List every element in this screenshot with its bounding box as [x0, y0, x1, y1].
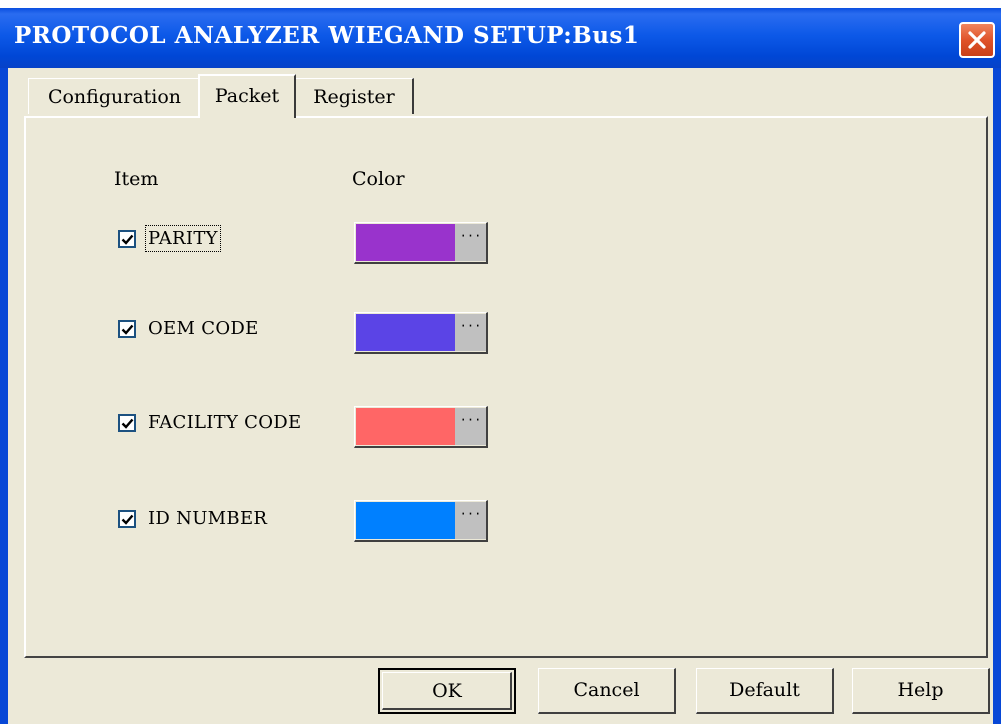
checkmark-icon — [121, 514, 134, 525]
window-title: PROTOCOL ANALYZER WIEGAND SETUP:Bus1 — [14, 22, 640, 49]
item-column-header: Item — [114, 168, 159, 190]
oem-code-color-swatch[interactable] — [356, 314, 455, 351]
tab-register[interactable]: Register — [296, 78, 414, 114]
facility-code-checkbox[interactable] — [118, 414, 136, 432]
oem-code-checkbox[interactable] — [118, 320, 136, 338]
default-button[interactable]: Default — [696, 668, 834, 714]
checkmark-icon — [121, 418, 134, 429]
facility-code-label[interactable]: FACILITY CODE — [148, 412, 301, 433]
tab-configuration[interactable]: Configuration — [28, 78, 200, 114]
close-icon — [968, 31, 986, 49]
oem-code-label[interactable]: OEM CODE — [148, 318, 259, 339]
id-number-label[interactable]: ID NUMBER — [148, 508, 267, 529]
checkmark-icon — [121, 234, 134, 245]
facility-code-color-swatch[interactable] — [356, 408, 455, 445]
parity-color-swatch[interactable] — [356, 224, 455, 261]
close-button[interactable] — [959, 22, 995, 58]
oem-code-color-more-button[interactable]: ··· — [455, 314, 486, 351]
title-top-strip — [0, 0, 1001, 8]
id-number-color-swatch[interactable] — [356, 502, 455, 539]
facility-code-color-picker[interactable]: ··· — [354, 406, 488, 448]
facility-code-color-more-button[interactable]: ··· — [455, 408, 486, 445]
window-frame-left — [0, 68, 8, 724]
id-number-color-more-button[interactable]: ··· — [455, 502, 486, 539]
window-frame-right — [993, 68, 1001, 724]
parity-checkbox[interactable] — [118, 230, 136, 248]
checkmark-icon — [121, 324, 134, 335]
setup-dialog: PROTOCOL ANALYZER WIEGAND SETUP:Bus1 Con… — [0, 0, 1001, 724]
parity-label[interactable]: PARITY — [145, 225, 221, 252]
parity-color-more-button[interactable]: ··· — [455, 224, 486, 261]
oem-code-color-picker[interactable]: ··· — [354, 312, 488, 354]
cancel-button[interactable]: Cancel — [538, 668, 676, 714]
id-number-checkbox[interactable] — [118, 510, 136, 528]
packet-panel — [24, 116, 988, 658]
title-bar[interactable]: PROTOCOL ANALYZER WIEGAND SETUP:Bus1 — [0, 8, 1001, 68]
color-column-header: Color — [352, 168, 405, 190]
ok-button[interactable]: OK — [378, 668, 516, 714]
id-number-color-picker[interactable]: ··· — [354, 500, 488, 542]
tab-packet[interactable]: Packet — [198, 74, 296, 118]
parity-color-picker[interactable]: ··· — [354, 222, 488, 264]
help-button[interactable]: Help — [852, 668, 990, 714]
